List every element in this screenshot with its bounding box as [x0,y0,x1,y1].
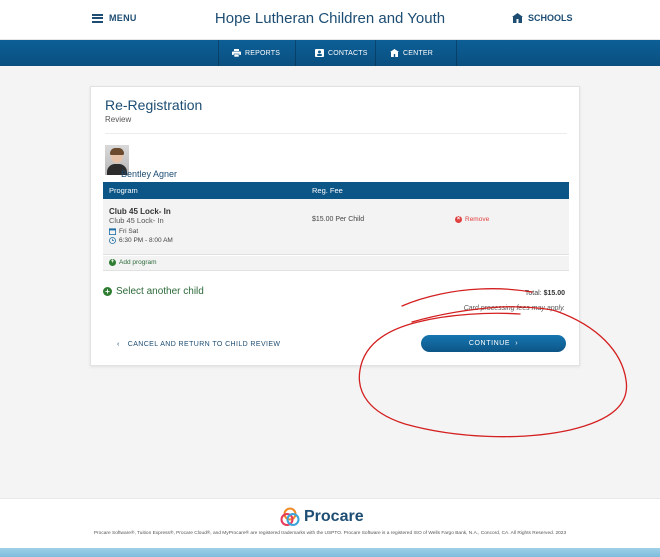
page-title: Re-Registration [105,97,203,113]
card-fees-note: Card processing fees may apply. [463,305,565,312]
schools-button[interactable]: SCHOOLS [512,13,573,23]
order-total: Total: $15.00 [451,290,565,297]
procare-logo: Procare [280,507,364,527]
main-nav: REPORTS CONTACTS CENTER [0,40,660,66]
program-name: Club 45 Lock- In [109,207,171,216]
remove-label: Remove [465,216,490,223]
divider [105,133,567,134]
re-registration-card: Re-Registration Review Bentley Agner Pro… [90,86,580,366]
plus-circle-icon: + [103,287,112,296]
procare-logo-text: Procare [304,508,364,525]
program-subtitle: Club 45 Lock- In [109,216,164,225]
nav-divider [456,40,457,66]
printer-icon [232,49,241,57]
contact-card-icon [315,49,324,57]
program-days-text: Fri Sat [119,228,139,235]
nav-center-label: CENTER [403,49,433,57]
column-header-program: Program [109,186,138,195]
nav-item-reports[interactable]: REPORTS [232,40,280,66]
schools-label: SCHOOLS [528,13,573,23]
total-value: $15.00 [543,290,565,297]
chevron-right-icon: › [515,340,519,347]
program-fee: $15.00 Per Child [312,216,365,223]
table-row: Club 45 Lock- In Club 45 Lock- In Fri Sa… [103,199,569,255]
add-program-label: Add program [119,259,157,266]
nav-divider [295,40,296,66]
add-program-row: + Add program [103,256,569,271]
clock-icon [109,237,116,244]
school-icon [512,13,523,23]
plus-circle-icon: + [109,259,116,266]
page-subtitle: Review [105,115,132,124]
nav-item-contacts[interactable]: CONTACTS [315,40,368,66]
legal-text: Procare Software®, Tuition Express®, Pro… [93,531,567,536]
procare-logo-icon [280,507,300,526]
calendar-icon [109,228,116,235]
building-icon [390,49,399,57]
select-another-child-label: Select another child [116,286,204,297]
remove-program-button[interactable]: × Remove [455,216,489,223]
program-days: Fri Sat [109,228,138,235]
nav-divider [218,40,219,66]
program-time-text: 6:30 PM - 8:00 AM [119,237,173,244]
cancel-return-button[interactable]: ‹ CANCEL AND RETURN TO CHILD REVIEW [117,341,280,348]
add-program-button[interactable]: + Add program [109,259,157,266]
continue-label: CONTINUE [468,340,511,347]
continue-button[interactable]: CONTINUE › [421,335,566,352]
nav-contacts-label: CONTACTS [328,49,368,57]
cancel-label: CANCEL AND RETURN TO CHILD REVIEW [127,341,281,348]
column-header-reg-fee: Reg. Fee [312,186,343,195]
child-name: Bentley Agner [121,169,178,179]
nav-item-center[interactable]: CENTER [390,40,433,66]
remove-icon: × [455,216,462,223]
bottom-strip [0,548,660,557]
nav-reports-label: REPORTS [245,49,281,57]
nav-divider [375,40,376,66]
select-another-child-button[interactable]: + Select another child [103,286,204,297]
program-table-header: Program Reg. Fee [103,182,569,199]
total-label: Total: [524,290,542,297]
footer: Procare Procare Software®, Tuition Expre… [0,498,660,548]
top-header: MENU Hope Lutheran Children and Youth SC… [0,0,660,40]
program-time: 6:30 PM - 8:00 AM [109,237,173,244]
chevron-left-icon: ‹ [117,341,120,348]
